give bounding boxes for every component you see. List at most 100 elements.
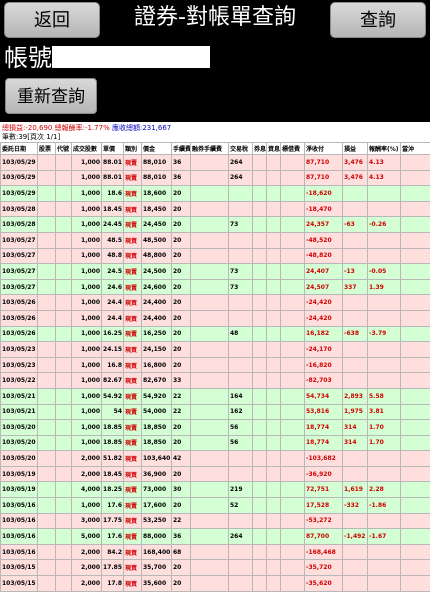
cell-pl: 314 [342,434,368,452]
cell-date: 103/05/28 [0,216,38,233]
cell-ret: -0.26 [367,216,401,233]
table-row[interactable]: 103/05/16 3,000 17.75 現買 53,250 22 -53,272 [0,512,430,530]
cell-amount: 54,000 [141,403,172,421]
table-row[interactable]: 103/05/27 1,000 24.6 現賣 24,600 20 73 24,507 337 1… [0,278,430,296]
cell-empty [55,278,72,296]
cell-net: 54,734 [304,387,343,405]
cell-amount: 88,000 [141,528,172,545]
cell-empty [400,419,430,436]
cell-pl: 3,476 [342,154,368,171]
cell-type: 現賣 [123,419,142,436]
cell-empty [190,185,229,202]
cell-type: 現買 [123,356,142,374]
cell-ret: 4.13 [367,154,401,171]
cell-empty [280,309,305,327]
back-button[interactable]: 返回 [4,2,100,38]
cell-tax: 48 [228,325,253,343]
cell-pl: 2,893 [342,387,368,405]
table-row[interactable]: 103/05/27 1,000 24.5 現賣 24,500 20 73 24,407 -13-… [0,263,430,280]
query-button[interactable]: 查詢 [330,2,426,38]
cell-qty: 2,000 [71,575,102,592]
cell-empty [190,497,229,514]
cell-amount: 16,250 [141,325,172,343]
cell-amount: 88,010 [141,154,172,171]
cell-fee: 36 [171,169,191,187]
cell-empty [266,419,281,436]
cell-empty [190,356,229,374]
cell-ret: 4.13 [367,169,401,187]
profit-summary: 總損益:-20,690 總報酬率:-1.77% [2,124,110,132]
table-row[interactable]: 103/05/19 2,000 18.45 現買 36,900 20 -36,920 [0,465,430,483]
top-bar: 返回 證券-對帳單查詢 查詢 [0,0,430,40]
table-row[interactable]: 103/05/27 1,000 48.8 現買 48,800 20 -48,820 [0,247,430,265]
column-header: 券息 [252,142,267,155]
cell-tax [228,450,253,467]
table-row[interactable]: 103/05/16 2,000 84.2 現買 168,400 68 -168,468 [0,543,430,561]
cell-price: 18.45 [101,465,124,483]
cell-empty [55,497,72,514]
table-row[interactable]: 103/05/20 1,000 18.85 現賣 18,850 20 56 18,774 314… [0,419,430,436]
cell-pl [342,543,368,561]
cell-empty [37,294,56,311]
cell-pl [342,200,368,218]
cell-net: -36,920 [304,465,343,483]
cell-date: 103/05/26 [0,309,38,327]
cell-qty: 1,000 [71,325,102,343]
cell-price: 48.8 [101,247,124,265]
cell-amount: 35,700 [141,559,172,577]
cell-empty [252,263,267,280]
cell-type: 現賣 [123,387,142,405]
table-row[interactable]: 103/05/26 1,000 16.25 現賣 16,250 20 48 16,182 -63… [0,325,430,343]
column-header: 交易稅 [228,142,253,155]
cell-empty [400,309,430,327]
requery-button[interactable]: 重新查詢 [5,78,97,114]
table-row[interactable]: 103/05/21 1,000 54 現賣 54,000 22 162 53,816 1,975… [0,403,430,421]
table-row[interactable]: 103/05/21 1,000 54.92 現賣 54,920 22 164 54,734 2,… [0,387,430,405]
cell-empty [400,450,430,467]
table-row[interactable]: 103/05/28 1,000 24.45 現賣 24,450 20 73 24,357 -63… [0,216,430,233]
cell-empty [37,465,56,483]
cell-empty [55,341,72,358]
cell-empty [190,434,229,452]
cell-ret [367,231,401,249]
table-row[interactable]: 103/05/15 2,000 17.85 現買 35,700 20 -35,720 [0,559,430,577]
cell-qty: 1,000 [71,294,102,311]
cell-empty [190,247,229,265]
table-row[interactable]: 103/05/22 1,000 82.67 現買 82,670 33 -82,703 [0,372,430,389]
table-row[interactable]: 103/05/29 1,000 18.6 現買 18,600 20 -18,620 [0,185,430,202]
account-field[interactable] [52,46,210,68]
cell-empty [252,512,267,530]
column-header: 資息 [266,142,281,155]
cell-qty: 1,000 [71,341,102,358]
table-row[interactable]: 103/05/29 1,000 88.01 現賣 88,010 36 264 87,710 3,… [0,169,430,187]
table-row[interactable]: 103/05/15 2,000 17.8 現買 35,600 20 -35,620 [0,575,430,592]
table-row[interactable]: 103/05/16 1,000 17.6 現賣 17,600 20 52 17,528 -332… [0,497,430,514]
cell-type: 現買 [123,200,142,218]
table-row[interactable]: 103/05/26 1,000 24.4 現買 24,400 20 -24,420 [0,309,430,327]
cell-empty [252,372,267,389]
column-header: 手續費 [171,142,191,155]
cell-empty [252,169,267,187]
table-row[interactable]: 103/05/27 1,000 48.5 現買 48,500 20 -48,520 [0,231,430,249]
cell-ret: 3.81 [367,403,401,421]
table-row[interactable]: 103/05/19 4,000 18.25 現賣 73,000 30 219 72,751 1,… [0,481,430,499]
cell-type: 現買 [123,294,142,311]
table-row[interactable]: 103/05/23 1,000 16.8 現買 16,800 20 -16,820 [0,356,430,374]
table-row[interactable]: 103/05/26 1,000 24.4 現買 24,400 20 -24,420 [0,294,430,311]
table-row[interactable]: 103/05/16 5,000 17.6 現賣 88,000 36 264 87,700 -1,… [0,528,430,545]
cell-empty [266,497,281,514]
cell-type: 現買 [123,465,142,483]
cell-pl [342,372,368,389]
table-row[interactable]: 103/05/20 1,000 18.85 現賣 18,850 20 56 18,774 314… [0,434,430,452]
cell-pl [342,559,368,577]
cell-empty [252,325,267,343]
cell-fee: 20 [171,341,191,358]
cell-pl: 1,619 [342,481,368,499]
cell-empty [266,294,281,311]
table-row[interactable]: 103/05/28 1,000 18.45 現買 18,450 20 -18,470 [0,200,430,218]
cell-net: 18,774 [304,419,343,436]
cell-empty [37,419,56,436]
table-row[interactable]: 103/05/20 2,000 51.82 現買 103,640 42 -103,682 [0,450,430,467]
table-row[interactable]: 103/05/29 1,000 88.01 現賣 88,010 36 264 87,710 3,… [0,154,430,171]
table-row[interactable]: 103/05/23 1,000 24.15 現買 24,150 20 -24,170 [0,341,430,358]
